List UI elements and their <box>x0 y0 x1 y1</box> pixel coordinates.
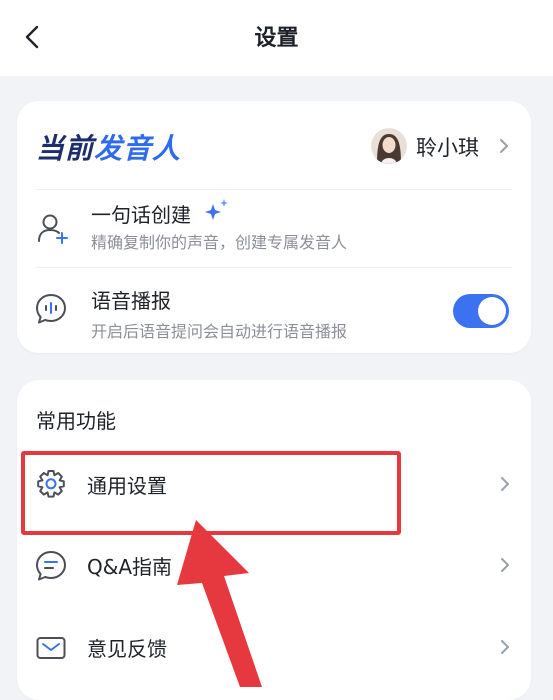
voice-broadcast-toggle[interactable] <box>453 294 509 328</box>
current-speaker-label: 当前发音人 <box>36 132 182 165</box>
voice-broadcast-title: 语音播报 <box>91 289 171 313</box>
top-bar: 设置 <box>0 0 553 76</box>
chevron-right-icon <box>500 139 508 153</box>
voice-create-title: 一句话创建 <box>91 203 191 227</box>
voice-create-subtitle: 精确复制你的声音，创建专属发音人 <box>91 233 348 252</box>
feedback-item[interactable]: 意见反馈 <box>17 611 531 685</box>
speaker-name: 聆小琪 <box>416 136 479 160</box>
chevron-right-icon <box>501 640 509 654</box>
chevron-right-icon <box>501 558 509 572</box>
item-label: 意见反馈 <box>87 637 167 661</box>
sparkle-icon <box>205 199 228 220</box>
common-functions-card: 常用功能 通用设置 Q&A指南 意见反馈 <box>17 380 531 700</box>
page-title: 设置 <box>254 26 299 51</box>
voice-settings-card: 当前发音人 聆小琪 一句话创建 精确复制你的声音，创建专属发音人 语音播报 开启… <box>17 101 531 353</box>
voice-chat-icon <box>36 294 66 324</box>
voice-create-row[interactable]: 一句话创建 精确复制你的声音，创建专属发音人 <box>17 190 531 268</box>
mail-icon <box>36 637 66 659</box>
chat-bubble-icon <box>36 551 66 581</box>
voice-broadcast-subtitle: 开启后语音提问会自动进行语音播报 <box>91 322 348 341</box>
add-user-icon <box>38 214 68 244</box>
section-title: 常用功能 <box>36 409 116 433</box>
qa-guide-item[interactable]: Q&A指南 <box>17 529 531 603</box>
highlight-box <box>21 451 401 535</box>
chevron-right-icon <box>501 477 509 491</box>
toggle-knob <box>478 297 506 325</box>
item-label: Q&A指南 <box>87 555 173 579</box>
speaker-avatar <box>371 128 407 164</box>
current-speaker-row[interactable]: 当前发音人 聆小琪 <box>17 101 531 189</box>
